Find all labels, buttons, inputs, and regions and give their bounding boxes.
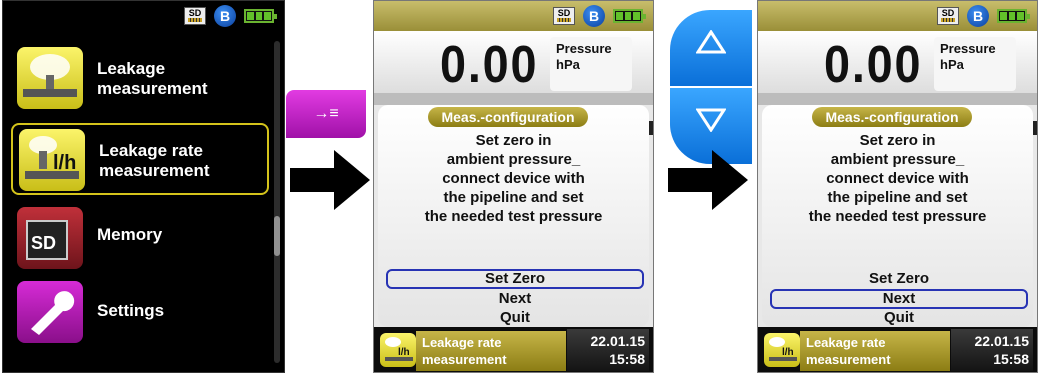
bluetooth-icon: B: [214, 5, 236, 27]
footer-date: 22.01.15: [974, 333, 1030, 349]
message-line: ambient pressure_: [830, 151, 965, 168]
menu-item-leakage-measurement[interactable]: Leakage measurement: [11, 43, 269, 115]
wrench-icon: [17, 281, 83, 343]
menu-item-leakage-rate-measurement[interactable]: l/h Leakage rate measurement: [11, 123, 269, 195]
menu-label-line1: Leakage rate: [99, 141, 203, 160]
message-line: Set zero in: [475, 132, 552, 149]
footer-bar: l/h Leakage rate measurement 22.01.15 15:5…: [374, 327, 653, 372]
sd-memory-icon: SD: [17, 207, 83, 269]
footer-name-line2: measurement: [422, 352, 507, 367]
battery-icon: [613, 9, 646, 23]
unit-label: hPa: [940, 57, 964, 72]
leakage-icon: [17, 47, 83, 109]
option-quit[interactable]: Quit: [770, 308, 1028, 328]
bluetooth-label: B: [972, 8, 984, 24]
battery-icon: [244, 9, 277, 23]
config-panel: Meas.-configuration Set zero in ambient …: [762, 105, 1033, 327]
device-screen-set-zero: SD B 0.00 Pressure hPa Meas.-configurati…: [373, 0, 654, 373]
main-menu-screen: SD B Leakage measurement l/h Leakage rate…: [2, 0, 285, 373]
flow-arrow-icon: [668, 150, 748, 210]
footer-program-name: Leakage rate measurement: [800, 331, 950, 371]
sd-label: SD: [557, 8, 571, 18]
menu-label-line1: Leakage: [97, 59, 166, 78]
enter-key-label: →≡: [313, 105, 339, 122]
menu-label-line2: measurement: [97, 79, 208, 98]
option-next[interactable]: Next: [386, 289, 644, 309]
sd-card-icon: SD: [184, 7, 206, 25]
message-line: the pipeline and set: [827, 189, 968, 206]
menu-label-line1: Settings: [97, 301, 165, 320]
unit-label: hPa: [556, 57, 580, 72]
leakage-rate-icon: l/h: [380, 333, 416, 367]
device-screen-next: SD B 0.00 Pressure hPa Meas.-configurati…: [757, 0, 1038, 373]
message-line: ambient pressure_: [446, 151, 581, 168]
enter-key[interactable]: →≡: [286, 90, 366, 138]
footer-bar: l/h Leakage rate measurement 22.01.15 15:5…: [758, 327, 1037, 372]
divider-band: [374, 93, 653, 105]
option-quit[interactable]: Quit: [386, 308, 644, 328]
footer-date: 22.01.15: [590, 333, 646, 349]
footer-icon-text: l/h: [782, 347, 794, 358]
menu-item-settings[interactable]: Settings: [11, 277, 269, 349]
side-marker: [649, 121, 653, 135]
bluetooth-label: B: [219, 8, 231, 24]
battery-icon: [997, 9, 1030, 23]
footer-name-line2: measurement: [806, 352, 891, 367]
pressure-value: 0.00: [440, 36, 539, 94]
flow-arrow-icon: [290, 150, 370, 210]
rate-tile-text: l/h: [53, 152, 76, 174]
config-message: Set zero in ambient pressure_ connect de…: [762, 131, 1033, 226]
message-line: connect device with: [442, 170, 585, 187]
footer-name-line1: Leakage rate: [806, 335, 886, 350]
menu-label-line2: measurement: [99, 161, 210, 180]
menu-scrollbar[interactable]: [274, 41, 280, 363]
status-bar: SD B: [758, 1, 1037, 31]
menu-label-line1: Memory: [97, 225, 163, 244]
sd-label: SD: [188, 8, 202, 18]
footer-time: 15:58: [609, 351, 645, 367]
message-line: the needed test pressure: [424, 208, 603, 225]
message-line: the needed test pressure: [808, 208, 987, 225]
message-line: Set zero in: [859, 132, 936, 149]
unit-box: Pressure hPa: [934, 37, 1016, 91]
triangle-down-icon: [695, 108, 727, 133]
config-message: Set zero in ambient pressure_ connect de…: [378, 131, 649, 226]
panel-title: Meas.-configuration: [812, 107, 972, 127]
bluetooth-label: B: [588, 8, 600, 24]
menu-item-memory[interactable]: SD Memory: [11, 203, 269, 275]
leakage-rate-icon: l/h: [19, 129, 85, 191]
unit-name: Pressure: [556, 41, 612, 56]
status-bar: SD B: [374, 1, 653, 31]
scrollbar-thumb[interactable]: [274, 216, 280, 256]
up-key[interactable]: [670, 10, 752, 86]
sd-label: SD: [941, 8, 955, 18]
footer-program-name: Leakage rate measurement: [416, 331, 566, 371]
bluetooth-icon: B: [967, 5, 989, 27]
panel-title: Meas.-configuration: [428, 107, 588, 127]
message-line: the pipeline and set: [443, 189, 584, 206]
option-set-zero[interactable]: Set Zero: [386, 269, 644, 289]
unit-name: Pressure: [940, 41, 996, 56]
bluetooth-icon: B: [583, 5, 605, 27]
status-bar: SD B: [184, 4, 277, 28]
triangle-up-icon: [695, 29, 727, 54]
sd-card-icon: SD: [937, 7, 959, 25]
leakage-rate-icon: l/h: [764, 333, 800, 367]
message-line: connect device with: [826, 170, 969, 187]
footer-name-line1: Leakage rate: [422, 335, 502, 350]
footer-datetime: 22.01.15 15:58: [567, 329, 649, 371]
option-next[interactable]: Next: [770, 289, 1028, 309]
footer-icon-text: l/h: [398, 347, 410, 358]
sd-tile-text: SD: [31, 233, 56, 253]
pressure-value: 0.00: [824, 36, 923, 94]
footer-datetime: 22.01.15 15:58: [951, 329, 1033, 371]
unit-box: Pressure hPa: [550, 37, 632, 91]
footer-time: 15:58: [993, 351, 1029, 367]
divider-band: [758, 93, 1037, 105]
option-set-zero[interactable]: Set Zero: [770, 269, 1028, 289]
config-panel: Meas.-configuration Set zero in ambient …: [378, 105, 649, 327]
side-marker: [1033, 121, 1037, 135]
sd-card-icon: SD: [553, 7, 575, 25]
